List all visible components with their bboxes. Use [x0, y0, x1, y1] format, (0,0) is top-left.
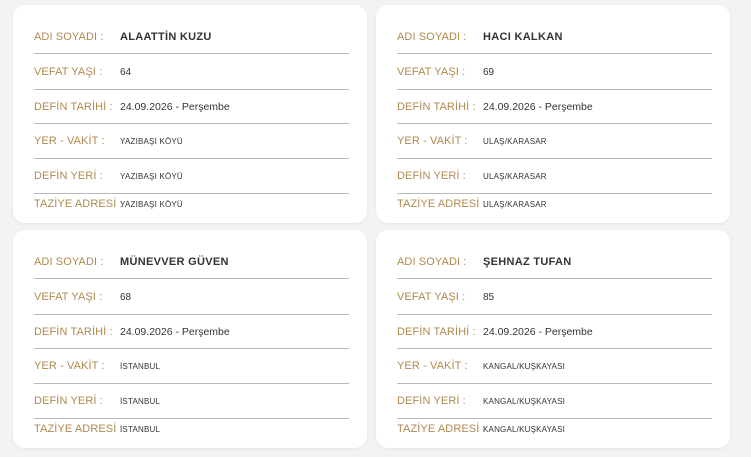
place-time-label: YER - VAKİT :: [34, 360, 105, 372]
burial-date-row: DEFİN TARİHİ : 24.09.2026 - Perşembe: [397, 318, 712, 346]
burial-place-value: YAZIBAŞI KÖYÜ: [120, 171, 183, 181]
age-label: VEFAT YAŞI :: [34, 66, 103, 78]
name-label: ADI SOYADI :: [397, 256, 467, 268]
divider: [397, 89, 712, 90]
place-time-row: YER - VAKİT : ULAŞ/KARASAR: [397, 127, 712, 155]
place-time-label: YER - VAKİT :: [34, 135, 105, 147]
condolence-address-row: TAZİYE ADRESİ : ULAŞ/KARASAR: [397, 193, 712, 215]
name-label: ADI SOYADI :: [34, 31, 104, 43]
divider: [34, 383, 349, 384]
condolence-address-row: TAZİYE ADRESİ : KANGAL/KUŞKAYASI: [397, 418, 712, 440]
burial-date-row: DEFİN TARİHİ : 24.09.2026 - Perşembe: [397, 93, 712, 121]
burial-place-label: DEFİN YERİ :: [397, 395, 466, 407]
place-time-value: İSTANBUL: [120, 361, 161, 371]
place-time-row: YER - VAKİT : KANGAL/KUŞKAYASI: [397, 352, 712, 380]
condolence-address-row: TAZİYE ADRESİ : YAZIBAŞI KÖYÜ: [34, 193, 349, 215]
burial-date-label: DEFİN TARİHİ :: [397, 101, 476, 113]
place-time-row: YER - VAKİT : YAZIBAŞI KÖYÜ: [34, 127, 349, 155]
name-row: ADI SOYADI : MÜNEVVER GÜVEN: [34, 249, 349, 275]
condolence-address-row: TAZİYE ADRESİ : İSTANBUL: [34, 418, 349, 440]
name-row: ADI SOYADI : HACI KALKAN: [397, 24, 712, 50]
burial-place-row: DEFİN YERİ : YAZIBAŞI KÖYÜ: [34, 162, 349, 190]
condolence-address-value: YAZIBAŞI KÖYÜ: [120, 199, 183, 209]
age-value: 64: [120, 66, 132, 78]
divider: [34, 348, 349, 349]
divider: [397, 348, 712, 349]
condolence-address-label: TAZİYE ADRESİ :: [34, 198, 123, 210]
age-value: 85: [483, 291, 495, 303]
burial-date-value: 24.09.2026 - Perşembe: [120, 101, 230, 113]
burial-date-value: 24.09.2026 - Perşembe: [483, 326, 593, 338]
divider: [34, 123, 349, 124]
name-label: ADI SOYADI :: [34, 256, 104, 268]
obituary-card: ADI SOYADI : ŞEHNAZ TUFAN VEFAT YAŞI :85 …: [376, 230, 730, 448]
obituary-grid: ADI SOYADI : ALAATTİN KUZU VEFAT YAŞI : 64…: [0, 0, 751, 457]
burial-place-value: KANGAL/KUŞKAYASI: [483, 396, 566, 406]
place-time-value: ULAŞ/KARASAR: [483, 136, 547, 146]
age-label: VEFAT YAŞI :: [34, 291, 103, 303]
burial-place-label: DEFİN YERİ :: [34, 170, 103, 182]
age-row: VEFAT YAŞI : 69: [397, 58, 712, 86]
age-label: VEFAT YAŞI :: [397, 291, 466, 303]
place-time-row: YER - VAKİT : İSTANBUL: [34, 352, 349, 380]
burial-place-label: DEFİN YERİ :: [34, 395, 103, 407]
name-row: ADI SOYADI : ALAATTİN KUZU: [34, 24, 349, 50]
burial-date-label: DEFİN TARİHİ :: [34, 326, 113, 338]
burial-place-value: İSTANBUL: [120, 396, 161, 406]
burial-place-value: ULAŞ/KARASAR: [483, 171, 547, 181]
condolence-address-label: TAZİYE ADRESİ :: [397, 198, 486, 210]
divider: [397, 278, 712, 279]
burial-place-row: DEFİN YERİ : KANGAL/KUŞKAYASI: [397, 387, 712, 415]
burial-date-value: 24.09.2026 - Perşembe: [483, 101, 593, 113]
divider: [34, 158, 349, 159]
divider: [397, 53, 712, 54]
divider: [397, 383, 712, 384]
age-value: 69: [483, 66, 495, 78]
name-value: MÜNEVVER GÜVEN: [120, 256, 229, 268]
condolence-address-label: TAZİYE ADRESİ :: [34, 423, 123, 435]
obituary-card: ADI SOYADI : HACI KALKAN VEFAT YAŞI : 69 D…: [376, 5, 730, 223]
place-time-label: YER - VAKİT :: [397, 360, 468, 372]
age-value: 68: [120, 291, 132, 303]
condolence-address-value: İSTANBUL: [120, 424, 161, 434]
condolence-address-value: ULAŞ/KARASAR: [483, 199, 547, 209]
age-row: VEFAT YAŞI : 85: [397, 283, 712, 311]
burial-place-row: DEFİN YERİ : İSTANBUL: [34, 387, 349, 415]
place-time-value: KANGAL/KUŞKAYASI: [483, 361, 566, 371]
condolence-address-label: TAZİYE ADRESİ :: [397, 423, 486, 435]
divider: [34, 53, 349, 54]
burial-place-row: DEFİN YERİ : ULAŞ/KARASAR: [397, 162, 712, 190]
divider: [34, 314, 349, 315]
divider: [397, 158, 712, 159]
name-value: ŞEHNAZ TUFAN: [483, 256, 572, 268]
divider: [34, 278, 349, 279]
condolence-address-value: KANGAL/KUŞKAYASI: [483, 424, 566, 434]
name-label: ADI SOYADI :: [397, 31, 467, 43]
burial-place-label: DEFİN YERİ :: [397, 170, 466, 182]
burial-date-row: DEFİN TARİHİ : 24.09.2026 - Perşembe: [34, 93, 349, 121]
obituary-card: ADI SOYADI : MÜNEVVER GÜVEN VEFAT YAŞI : 6…: [13, 230, 367, 448]
divider: [34, 89, 349, 90]
age-label: VEFAT YAŞI :: [397, 66, 466, 78]
name-row: ADI SOYADI : ŞEHNAZ TUFAN: [397, 249, 712, 275]
burial-date-label: DEFİN TARİHİ :: [34, 101, 113, 113]
place-time-label: YER - VAKİT :: [397, 135, 468, 147]
burial-date-label: DEFİN TARİHİ :: [397, 326, 476, 338]
burial-date-value: 24.09.2026 - Perşembe: [120, 326, 230, 338]
age-row: VEFAT YAŞI : 68: [34, 283, 349, 311]
divider: [397, 314, 712, 315]
place-time-value: YAZIBAŞI KÖYÜ: [120, 136, 183, 146]
burial-date-row: DEFİN TARİHİ : 24.09.2026 - Perşembe: [34, 318, 349, 346]
divider: [397, 123, 712, 124]
age-row: VEFAT YAŞI : 64: [34, 58, 349, 86]
obituary-card: ADI SOYADI : ALAATTİN KUZU VEFAT YAŞI : 64…: [13, 5, 367, 223]
name-value: HACI KALKAN: [483, 31, 563, 43]
name-value: ALAATTİN KUZU: [120, 31, 212, 43]
